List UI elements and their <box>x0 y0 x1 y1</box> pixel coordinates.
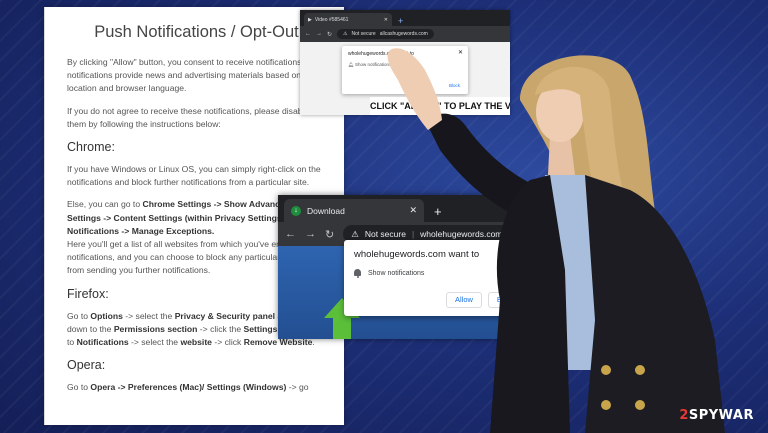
jacket-button <box>635 400 645 410</box>
chrome-paragraph-1: If you have Windows or Linux OS, you can… <box>67 164 321 188</box>
article-title: Push Notifications / Opt-Out <box>94 23 299 41</box>
jacket-right <box>585 175 725 433</box>
opera-paragraph: Go to Opera -> Preferences (Mac)/ Settin… <box>67 382 309 393</box>
jacket-button <box>601 365 611 375</box>
hand <box>387 48 442 130</box>
back-icon[interactable]: ← <box>305 31 311 37</box>
reload-icon[interactable]: ↻ <box>327 31 332 38</box>
back-icon[interactable]: ← <box>285 228 296 240</box>
site-watermark: 2SPYWAR <box>679 408 754 423</box>
small-tab-bar: ▶ Video #585461 ✕ + <box>300 10 510 26</box>
presenter-illustration <box>387 48 725 433</box>
warning-icon: ⚠ <box>351 228 359 239</box>
small-url-field[interactable]: ⚠ Not secure allcashugewords.com <box>337 29 434 39</box>
green-arrow-stem <box>333 317 351 339</box>
jacket-button <box>635 365 645 375</box>
reload-icon[interactable]: ↻ <box>325 228 334 241</box>
article-intro: By clicking "Allow" button, you consent … <box>67 57 321 94</box>
small-browser-tab[interactable]: ▶ Video #585461 ✕ <box>304 13 392 26</box>
close-icon[interactable]: ✕ <box>384 17 388 23</box>
article-intro-2: If you do not agree to receive these not… <box>67 105 310 129</box>
opera-heading: Opera: <box>67 358 106 373</box>
forward-icon[interactable]: → <box>305 228 316 240</box>
new-tab-icon[interactable]: + <box>398 16 403 26</box>
bell-icon <box>354 269 361 278</box>
video-icon: ▶ <box>308 16 312 23</box>
chrome-heading: Chrome: <box>67 140 115 155</box>
bell-icon: 🔔︎ <box>348 62 354 67</box>
forward-icon[interactable]: → <box>316 31 322 37</box>
warning-icon: ⚠ <box>343 31 348 37</box>
download-favicon-icon: ↓ <box>291 205 301 216</box>
jacket-button <box>601 400 611 410</box>
